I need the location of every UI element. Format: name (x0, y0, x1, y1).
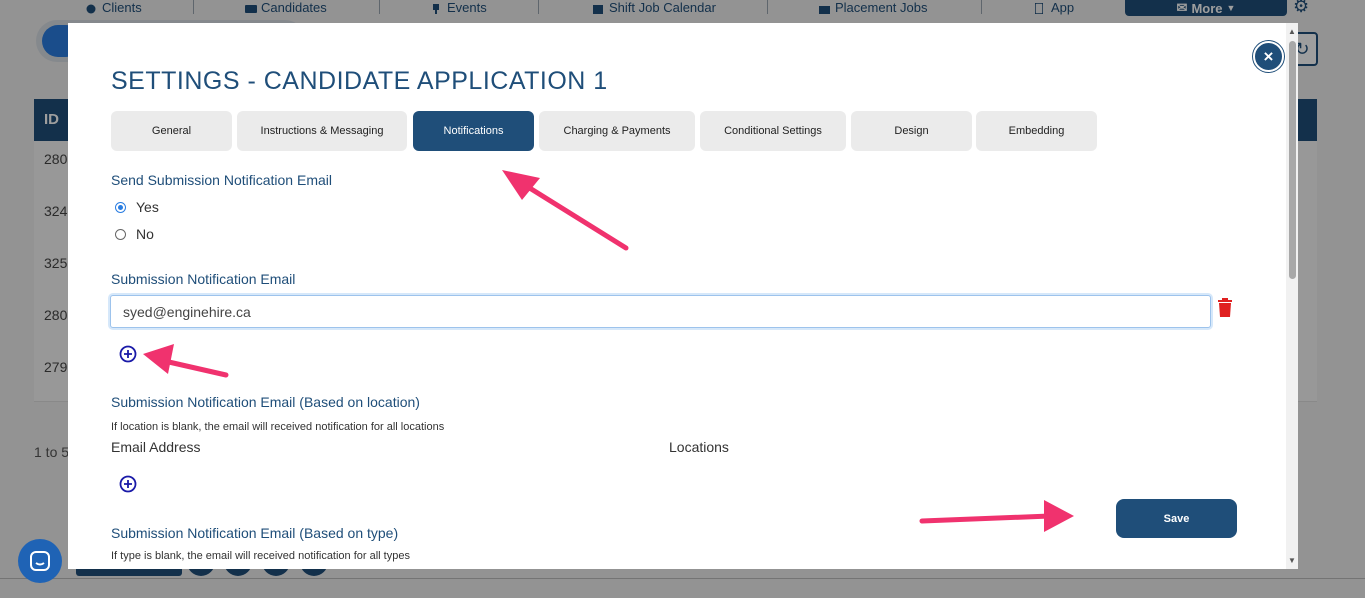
locations-column: Locations (669, 439, 729, 455)
chat-icon (30, 551, 50, 571)
tab-general[interactable]: General (111, 111, 232, 151)
radio-no[interactable]: No (115, 226, 154, 242)
scroll-up-icon[interactable]: ▲ (1288, 27, 1296, 36)
scroll-down-icon[interactable]: ▼ (1288, 556, 1296, 565)
send-notification-label: Send Submission Notification Email (111, 172, 332, 188)
radio-label: No (136, 226, 154, 242)
tab-charging-payments[interactable]: Charging & Payments (539, 111, 695, 151)
tab-instructions-messaging[interactable]: Instructions & Messaging (237, 111, 407, 151)
location-email-label: Submission Notification Email (Based on … (111, 394, 420, 410)
radio-label: Yes (136, 199, 159, 215)
type-email-label: Submission Notification Email (Based on … (111, 525, 399, 541)
tab-design[interactable]: Design (851, 111, 972, 151)
save-button[interactable]: Save (1116, 499, 1237, 538)
modal-title: SETTINGS - CANDIDATE APPLICATION 1 (111, 67, 608, 95)
email-address-column: Email Address (111, 439, 201, 455)
radio-button[interactable] (115, 228, 126, 240)
tab-conditional-settings[interactable]: Conditional Settings (700, 111, 846, 151)
trash-icon[interactable] (1217, 298, 1233, 318)
radio-button[interactable] (115, 201, 126, 213)
type-helper-text: If type is blank, the email will receive… (111, 550, 410, 562)
close-icon: × (1263, 46, 1274, 66)
add-location-email-icon[interactable] (119, 475, 137, 493)
tab-embedding[interactable]: Embedding (976, 111, 1097, 151)
notification-email-input[interactable] (110, 295, 1211, 328)
tab-notifications[interactable]: Notifications (413, 111, 534, 151)
chat-launcher[interactable] (18, 539, 62, 583)
modal-scrollbar[interactable]: ▲ ▼ (1286, 23, 1298, 569)
notification-email-label: Submission Notification Email (111, 271, 296, 287)
close-button[interactable]: × (1253, 41, 1284, 72)
radio-yes[interactable]: Yes (115, 199, 159, 215)
scroll-thumb[interactable] (1289, 41, 1296, 279)
location-helper-text: If location is blank, the email will rec… (111, 421, 445, 433)
add-email-icon[interactable] (119, 345, 137, 363)
settings-modal: SETTINGS - CANDIDATE APPLICATION 1 × Gen… (68, 23, 1298, 569)
